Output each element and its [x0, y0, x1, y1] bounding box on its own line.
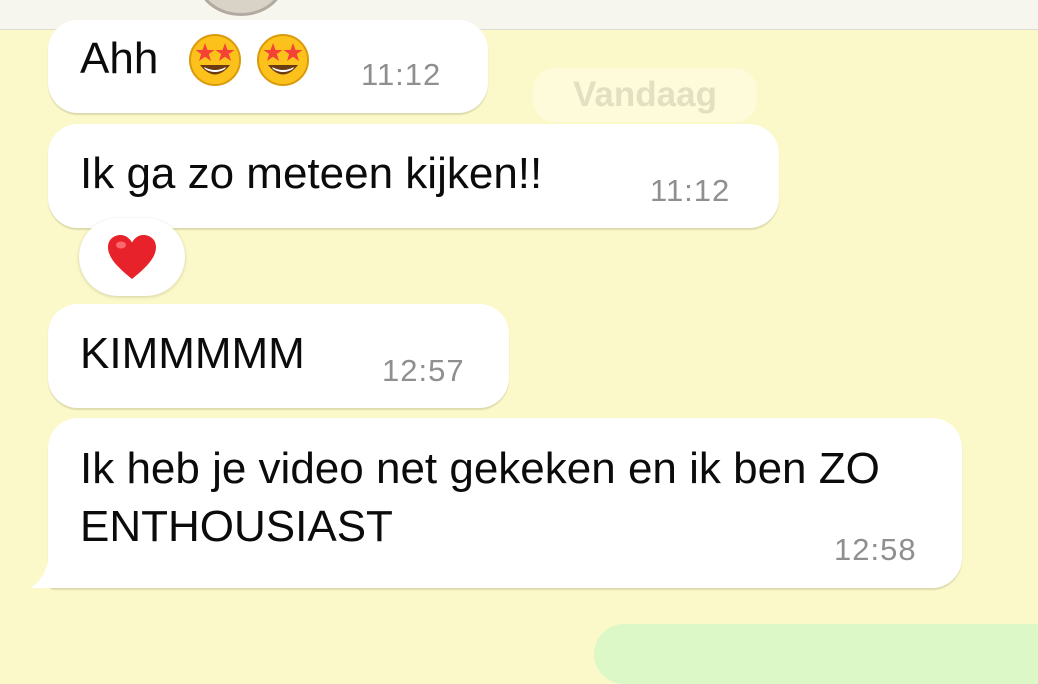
message-bubble[interactable]: Ik heb je video net gekeken en ik ben ZO…	[48, 418, 962, 588]
message-text: Ik heb je video net gekeken en ik ben ZO…	[80, 444, 880, 551]
message-text: Ik ga zo meteen kijken!!	[80, 149, 543, 198]
message-timestamp: 11:12	[650, 173, 731, 208]
message-timestamp: 12:58	[834, 532, 917, 567]
message-timestamp: 12:57	[382, 353, 465, 388]
message-timestamp: 11:12	[361, 57, 442, 92]
star-struck-emoji	[257, 34, 309, 86]
message-bubble[interactable]: Ik ga zo meteen kijken!! 11:12	[48, 124, 779, 228]
message-bubble[interactable]: Ahh 11:12	[48, 20, 488, 113]
message-bubble[interactable]: KIMMMMM 12:57	[48, 304, 509, 408]
red-heart-emoji	[108, 235, 156, 279]
bubble-tail	[30, 548, 60, 588]
outgoing-message-bubble[interactable]	[594, 624, 1038, 684]
message-text: KIMMMMM	[80, 329, 305, 378]
date-separator: Vandaag	[533, 68, 757, 122]
message-text: Ahh	[80, 34, 159, 83]
star-struck-emoji	[189, 34, 241, 86]
message-reaction[interactable]	[79, 218, 185, 296]
contact-avatar[interactable]	[196, 0, 286, 16]
